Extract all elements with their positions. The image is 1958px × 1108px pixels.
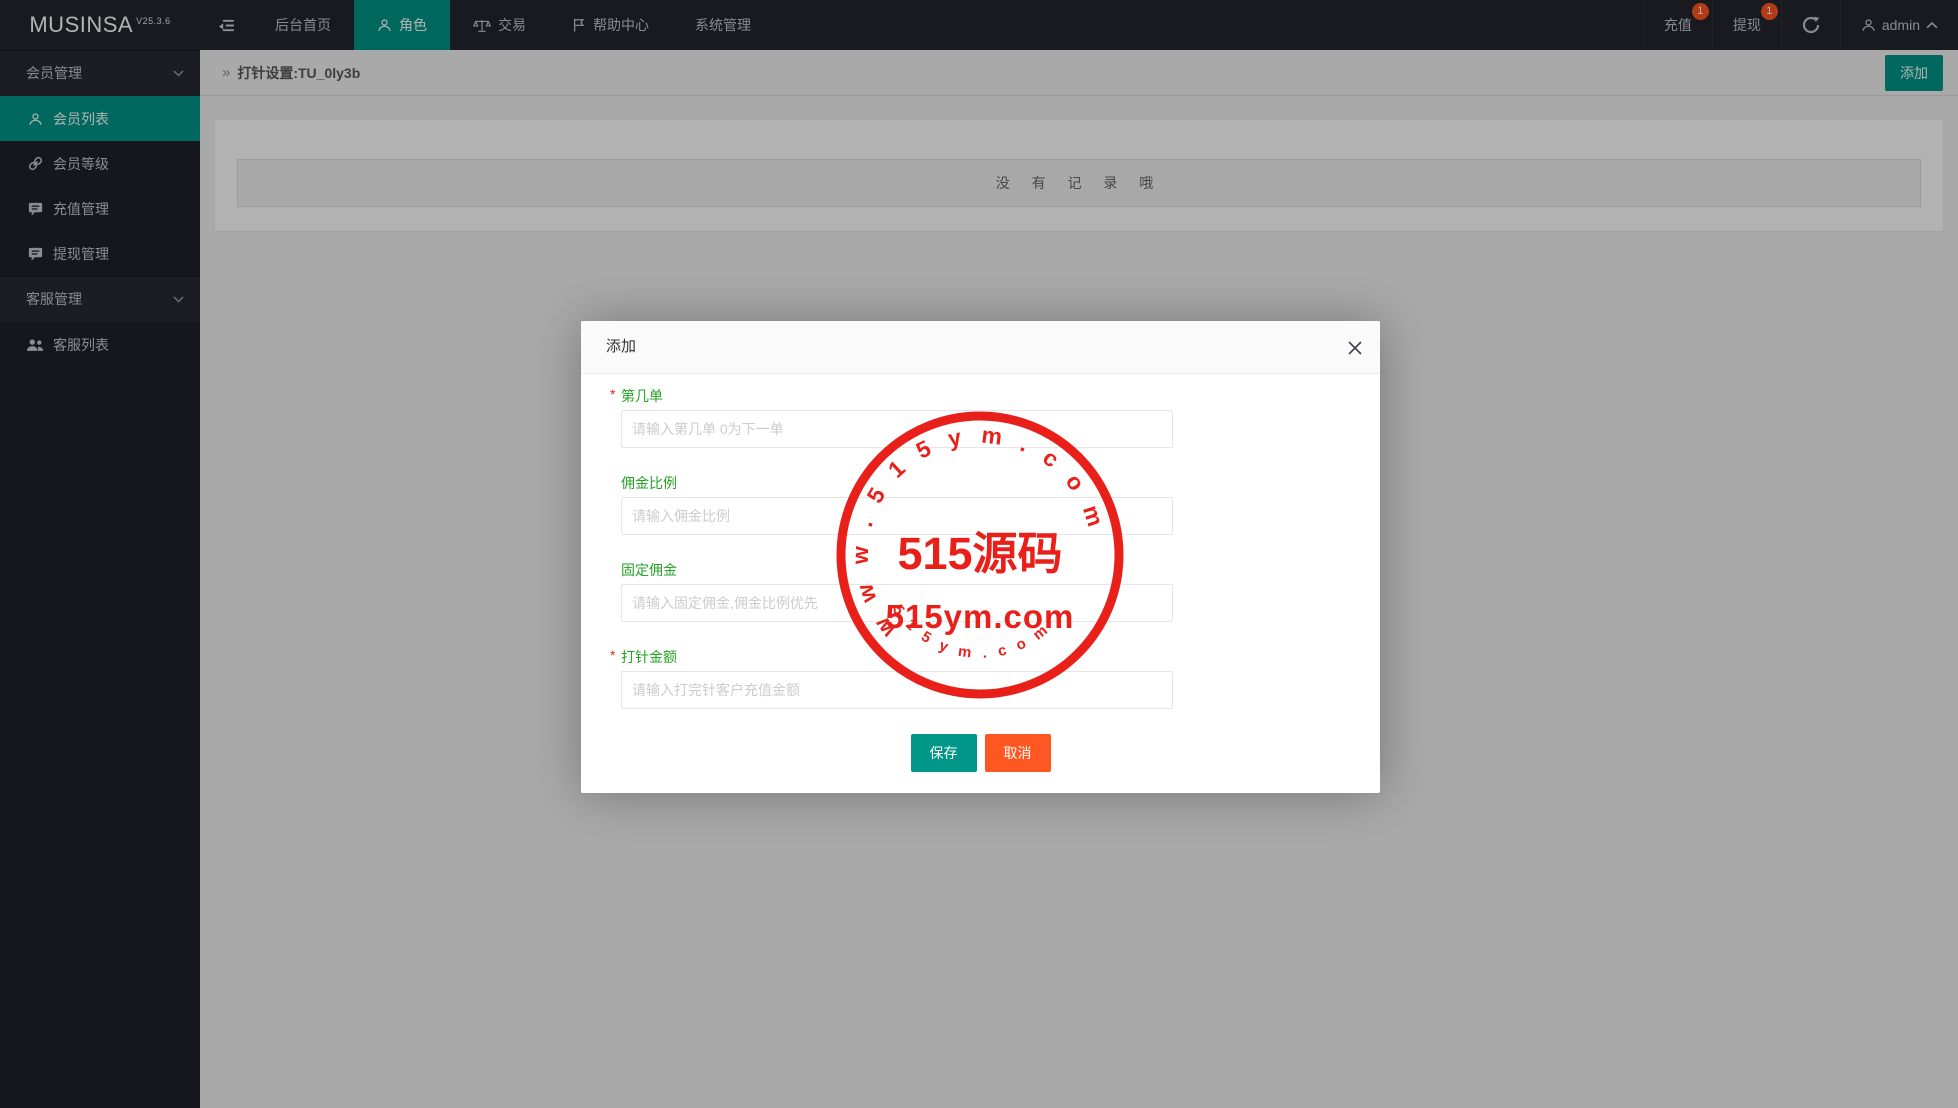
order-number-input[interactable] bbox=[621, 410, 1173, 448]
commission-ratio-input[interactable] bbox=[621, 497, 1173, 535]
close-button[interactable] bbox=[1348, 321, 1362, 374]
dialog-body: * 第几单 佣金比例 固定佣金 bbox=[581, 374, 1380, 772]
cancel-button[interactable]: 取消 bbox=[984, 734, 1051, 772]
form-field-commission-ratio: 佣金比例 bbox=[621, 473, 1340, 535]
field-label: * 打针金额 bbox=[610, 647, 677, 665]
dialog-buttons: 保存 取消 bbox=[621, 734, 1340, 772]
form-field-injection-amount: * 打针金额 bbox=[610, 647, 1340, 709]
field-label: 佣金比例 bbox=[621, 475, 677, 491]
injection-amount-input[interactable] bbox=[621, 671, 1173, 709]
fixed-commission-input[interactable] bbox=[621, 584, 1173, 622]
required-asterisk: * bbox=[610, 386, 616, 402]
dialog-header: 添加 bbox=[581, 321, 1380, 374]
app-root: MUSINSA V25.3.6 后台首页 角色 交易 帮助中心 系统管理 充值 … bbox=[0, 0, 1958, 1108]
form-field-order-number: * 第几单 bbox=[610, 386, 1340, 448]
save-button[interactable]: 保存 bbox=[910, 734, 977, 772]
form-field-fixed-commission: 固定佣金 bbox=[621, 560, 1340, 622]
field-label: 固定佣金 bbox=[621, 562, 677, 578]
dialog-title: 添加 bbox=[606, 338, 637, 355]
required-asterisk: * bbox=[610, 647, 616, 663]
field-label: * 第几单 bbox=[610, 386, 663, 404]
add-dialog: 添加 * 第几单 佣金比例 bbox=[581, 321, 1380, 793]
